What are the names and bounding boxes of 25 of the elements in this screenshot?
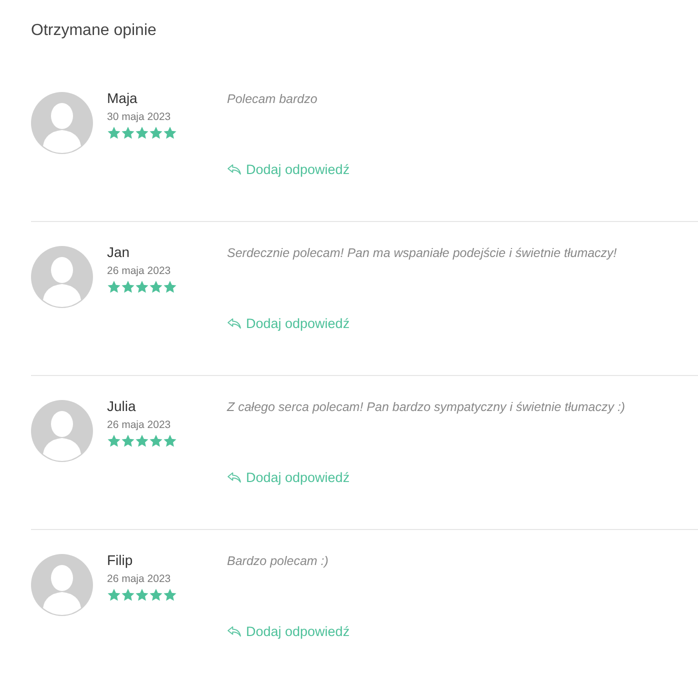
review-comment: Z całego serca polecam! Pan bardzo sympatyczny i świetnie tłumaczy :) xyxy=(227,400,626,416)
section-title: Otrzymane opinie xyxy=(31,22,158,40)
reviewer-name: Jan xyxy=(107,244,131,260)
reviewer-name: Julia xyxy=(107,398,137,414)
reply-icon xyxy=(227,626,242,637)
review-date: 26 maja 2023 xyxy=(107,419,172,431)
reply-icon xyxy=(227,164,242,175)
avatar-icon xyxy=(31,554,93,616)
avatar-icon xyxy=(31,92,93,154)
reviewer-name: Filip xyxy=(107,552,134,568)
review-comment: Bardzo polecam :) xyxy=(227,554,330,570)
avatar-icon xyxy=(31,246,93,308)
reviewer-name: Maja xyxy=(107,90,138,106)
reply-icon xyxy=(227,318,242,329)
reply-icon xyxy=(227,472,242,483)
review-comment: Polecam bardzo xyxy=(227,92,318,108)
avatar-icon xyxy=(31,400,93,462)
review-date: 26 maja 2023 xyxy=(107,265,172,277)
reply-link[interactable]: Dodaj odpowiedź xyxy=(227,624,350,639)
reply-link[interactable]: Dodaj odpowiedź xyxy=(227,470,350,485)
reply-link[interactable]: Dodaj odpowiedź xyxy=(227,162,350,177)
reply-link[interactable]: Dodaj odpowiedź xyxy=(227,316,350,331)
review-date: 30 maja 2023 xyxy=(107,111,172,123)
review-comment: Serdecznie polecam! Pan ma wspaniałe podejście i świetnie tłumaczy! xyxy=(227,246,618,262)
review-date: 26 maja 2023 xyxy=(107,573,172,585)
